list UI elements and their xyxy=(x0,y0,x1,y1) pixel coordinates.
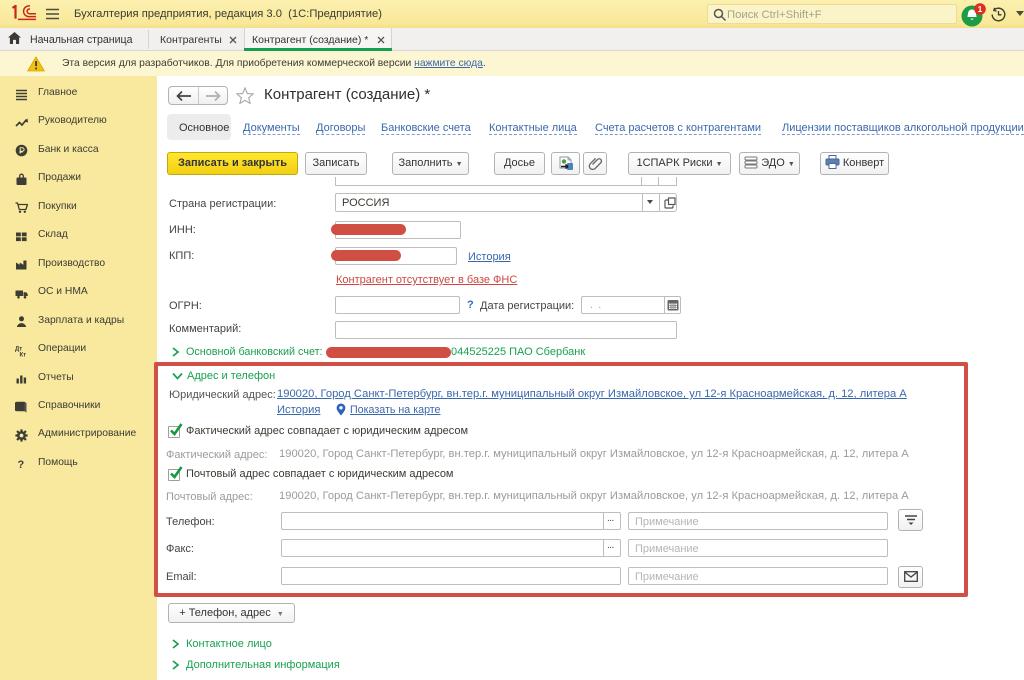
svg-text:Кт: Кт xyxy=(20,352,27,357)
svg-text:1: 1 xyxy=(978,4,983,14)
svg-text:?: ? xyxy=(18,459,25,470)
